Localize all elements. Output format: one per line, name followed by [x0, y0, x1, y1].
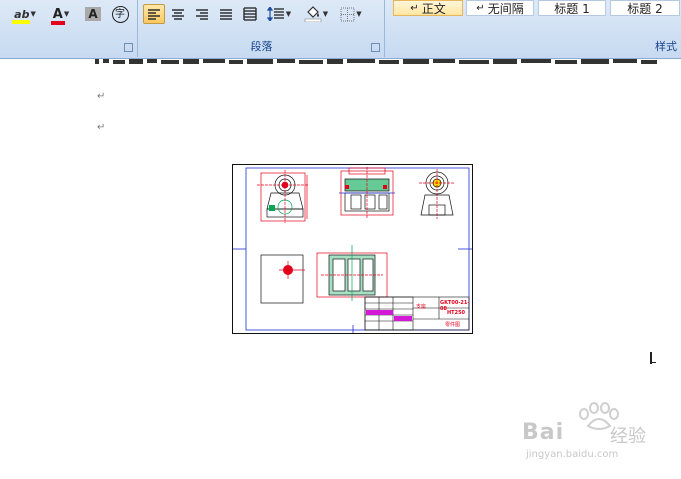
- paragraph-group-label: 段落: [250, 40, 273, 53]
- paragraph-mark: ↵: [97, 91, 106, 102]
- font-color-button[interactable]: A ▼: [44, 4, 78, 25]
- section-view: [260, 254, 305, 304]
- enclose-characters-button[interactable]: 字: [108, 4, 132, 24]
- style-label: 标题 2: [627, 1, 663, 16]
- distributed-button[interactable]: [239, 4, 261, 24]
- styles-group: ↵ 正文 ↵ 无间隔 标题 1 标题 2 样式: [386, 0, 681, 57]
- font-color-icon: A: [50, 7, 65, 25]
- align-left-button[interactable]: [143, 4, 165, 24]
- front-view: [257, 170, 309, 223]
- distributed-icon: [243, 7, 257, 21]
- paragraph-mark-icon: ↵: [476, 2, 485, 14]
- ribbon: ab ▼ A ▼ A 字 ▼ ▼ ▼ 段落 ↵ 正文 ↵ 无间隔 标题 1 标题…: [0, 0, 681, 59]
- character-shading-button[interactable]: A: [82, 4, 104, 24]
- embedded-cad-drawing[interactable]: 支座 GKT00-21-08 HT250 零件图: [232, 164, 473, 334]
- style-normal[interactable]: ↵ 正文: [393, 0, 463, 16]
- style-label: 无间隔: [487, 1, 524, 16]
- borders-button[interactable]: ▼: [335, 4, 367, 24]
- justify-icon: [220, 9, 232, 20]
- chevron-down-icon[interactable]: ▼: [356, 10, 361, 18]
- paint-bucket-icon: [304, 6, 322, 22]
- enclose-characters-icon: 字: [111, 5, 129, 23]
- text-cursor-icon-base: [652, 362, 656, 363]
- align-right-icon: [196, 9, 208, 20]
- paragraph-dialog-launcher-icon[interactable]: [371, 43, 380, 52]
- chevron-down-icon[interactable]: ▼: [286, 10, 291, 18]
- line-spacing-icon: [266, 7, 284, 21]
- drawing-frame: [245, 167, 470, 331]
- bottom-view: [316, 245, 388, 301]
- baidu-watermark: Bai 经验 jingyan.baidu.com: [522, 402, 672, 462]
- cad-drawing-canvas: [233, 167, 472, 333]
- font-dialog-launcher-icon[interactable]: [124, 43, 133, 52]
- character-shading-icon: A: [85, 7, 101, 21]
- watermark-brand-suffix: 经验: [610, 426, 646, 447]
- style-label: 正文: [421, 1, 446, 16]
- justify-button[interactable]: [215, 4, 237, 24]
- styles-group-label: 样式: [655, 40, 677, 53]
- side-view: [419, 169, 455, 219]
- style-heading-1[interactable]: 标题 1: [538, 0, 606, 16]
- font-group: ab ▼ A ▼ A 字: [0, 0, 138, 57]
- paragraph-mark: ↵: [97, 122, 106, 133]
- line-spacing-button[interactable]: ▼: [263, 4, 295, 24]
- align-left-icon: [148, 9, 160, 20]
- borders-icon: [340, 7, 355, 21]
- chevron-down-icon[interactable]: ▼: [30, 10, 35, 18]
- clipped-text-line: [95, 59, 657, 64]
- align-center-icon: [172, 9, 184, 20]
- shading-button[interactable]: ▼: [299, 4, 333, 24]
- title-block-material: HT250: [447, 310, 466, 316]
- highlighter-icon: ab: [12, 8, 31, 24]
- watermark-brand: Bai: [522, 420, 565, 445]
- chevron-down-icon[interactable]: ▼: [323, 10, 328, 18]
- align-center-button[interactable]: [167, 4, 189, 24]
- paragraph-group: ▼ ▼ ▼ 段落: [139, 0, 385, 57]
- style-heading-2[interactable]: 标题 2: [610, 0, 680, 16]
- style-no-spacing[interactable]: ↵ 无间隔: [466, 0, 534, 16]
- chevron-down-icon[interactable]: ▼: [64, 10, 69, 18]
- text-highlight-button[interactable]: ab ▼: [8, 4, 42, 24]
- title-block-name: 支座: [416, 304, 427, 310]
- top-view: [339, 167, 395, 219]
- align-right-button[interactable]: [191, 4, 213, 24]
- style-label: 标题 1: [554, 1, 590, 16]
- paragraph-mark-icon: ↵: [410, 2, 419, 14]
- watermark-url: jingyan.baidu.com: [526, 449, 619, 460]
- title-block-note: 零件图: [445, 322, 461, 328]
